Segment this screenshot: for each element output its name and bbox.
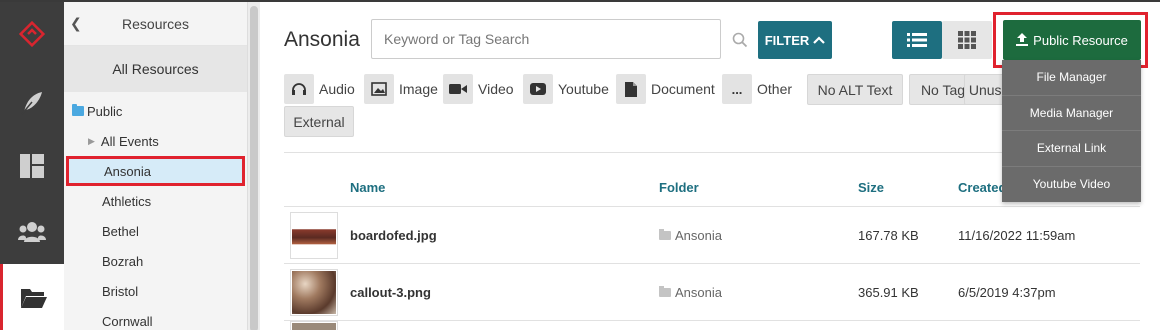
filter-label: Image: [399, 81, 438, 97]
tree-item-ansonia[interactable]: Ansonia: [66, 156, 245, 186]
chevron-up-icon: [813, 36, 826, 44]
thumbnail-image[interactable]: [290, 212, 338, 259]
tree-item-label: Athletics: [102, 193, 152, 209]
search-icon[interactable]: [732, 32, 748, 53]
menu-item-youtube-video[interactable]: Youtube Video: [1002, 167, 1141, 203]
folder-name: Ansonia: [675, 228, 722, 243]
list-icon: [907, 33, 927, 47]
tree-item-cornwall[interactable]: Cornwall: [64, 306, 247, 330]
table-row[interactable]: boardofed.jpg Ansonia 167.78 KB 11/16/20…: [284, 207, 1140, 264]
grid-view-button[interactable]: [942, 21, 992, 59]
filter-label: Audio: [319, 81, 355, 97]
tree-item-label: Cornwall: [102, 313, 153, 329]
back-chevron-icon[interactable]: ❮: [70, 15, 82, 32]
thumbnail-image[interactable]: [290, 269, 338, 316]
filter-audio[interactable]: Audio: [284, 74, 355, 104]
folder-cell: Ansonia: [659, 285, 722, 300]
list-view-button[interactable]: [892, 21, 942, 59]
table-row-partial: [284, 321, 1140, 330]
filter-document[interactable]: Document: [616, 74, 715, 104]
tree-header: ❮ Resources: [64, 2, 247, 46]
all-resources-link[interactable]: All Resources: [64, 46, 247, 92]
tree-item-label: All Events: [100, 133, 159, 149]
folder-cell: Ansonia: [659, 228, 722, 243]
filter-label: Document: [651, 81, 715, 97]
size-cell: 365.91 KB: [858, 285, 919, 300]
created-cell: 6/5/2019 4:37pm: [958, 285, 1056, 300]
menu-item-external-link[interactable]: External Link: [1002, 131, 1141, 167]
filter-youtube[interactable]: Youtube: [523, 74, 609, 104]
created-cell: 11/16/2022 11:59am: [958, 228, 1076, 243]
tree-item-athletics[interactable]: Athletics: [64, 186, 247, 216]
grid-icon: [958, 31, 976, 49]
video-icon: [443, 74, 473, 104]
tree-title: Resources: [122, 15, 189, 32]
tree-item-label: Ansonia: [104, 163, 151, 179]
people-icon[interactable]: [0, 200, 64, 264]
folder-list: Public ▶ All Events Ansonia Athletics Be…: [64, 92, 247, 330]
resource-tree-panel: ❮ Resources All Resources Public ▶ All E…: [64, 2, 248, 330]
headphones-icon: [284, 74, 314, 104]
tree-item-public[interactable]: Public: [64, 96, 247, 126]
logo-icon[interactable]: [0, 2, 64, 66]
filter-label: FILTER: [764, 32, 810, 48]
filter-button[interactable]: FILTER: [758, 21, 832, 59]
tree-item-bozrah[interactable]: Bozrah: [64, 246, 247, 276]
column-folder[interactable]: Folder: [659, 180, 699, 195]
tree-item-label: Public: [87, 103, 123, 119]
public-resource-label: Public Resource: [1033, 32, 1128, 48]
public-resource-button[interactable]: Public Resource: [1003, 20, 1141, 60]
size-cell: 167.78 KB: [858, 228, 919, 243]
public-resource-dropdown: File Manager Media Manager External Link…: [1002, 60, 1141, 202]
thumbnail-image[interactable]: [290, 321, 338, 330]
filter-label: Video: [478, 81, 514, 97]
tree-item-label: Bethel: [102, 223, 139, 239]
search-input[interactable]: [371, 19, 721, 59]
youtube-icon: [523, 74, 553, 104]
filter-label: Other: [757, 81, 793, 97]
icon-rail: [0, 2, 64, 330]
feather-icon[interactable]: [0, 70, 64, 134]
file-name[interactable]: callout-3.png: [350, 285, 431, 300]
tree-item-bethel[interactable]: Bethel: [64, 216, 247, 246]
filter-video[interactable]: Video: [443, 74, 514, 104]
filter-other[interactable]: ... Other: [722, 74, 792, 104]
app-window: ❮ Resources All Resources Public ▶ All E…: [0, 0, 1160, 330]
folder-open-icon[interactable]: [0, 264, 64, 330]
tree-item-label: Bristol: [102, 283, 139, 299]
column-name[interactable]: Name: [350, 180, 385, 195]
column-size[interactable]: Size: [858, 180, 884, 195]
folder-icon: [659, 229, 671, 240]
tree-scrollbar[interactable]: [250, 6, 258, 330]
file-name[interactable]: boardofed.jpg: [350, 228, 437, 243]
menu-item-file-manager[interactable]: File Manager: [1002, 60, 1141, 96]
menu-item-media-manager[interactable]: Media Manager: [1002, 96, 1141, 131]
filter-label: Youtube: [558, 81, 609, 97]
more-icon: ...: [722, 74, 752, 104]
folder-icon: [659, 286, 671, 297]
folder-name: Ansonia: [675, 285, 722, 300]
dashboard-icon[interactable]: [0, 134, 64, 198]
tree-item-bristol[interactable]: Bristol: [64, 276, 247, 306]
filter-no-alt-text[interactable]: No ALT Text: [807, 74, 903, 105]
tree-item-label: Bozrah: [102, 253, 144, 269]
filter-external[interactable]: External: [284, 106, 354, 137]
document-icon: [616, 74, 646, 104]
page-title: Ansonia: [284, 28, 360, 51]
table-row[interactable]: callout-3.png Ansonia 365.91 KB 6/5/2019…: [284, 264, 1140, 321]
upload-icon: [1016, 33, 1029, 46]
tree-item-all-events[interactable]: ▶ All Events: [64, 126, 247, 156]
expand-caret-icon[interactable]: ▶: [88, 136, 95, 147]
image-icon: [364, 74, 394, 104]
folder-icon: [72, 104, 84, 116]
main-content: Ansonia FILTER Public Resource Audio: [260, 2, 1160, 330]
filter-image[interactable]: Image: [364, 74, 438, 104]
